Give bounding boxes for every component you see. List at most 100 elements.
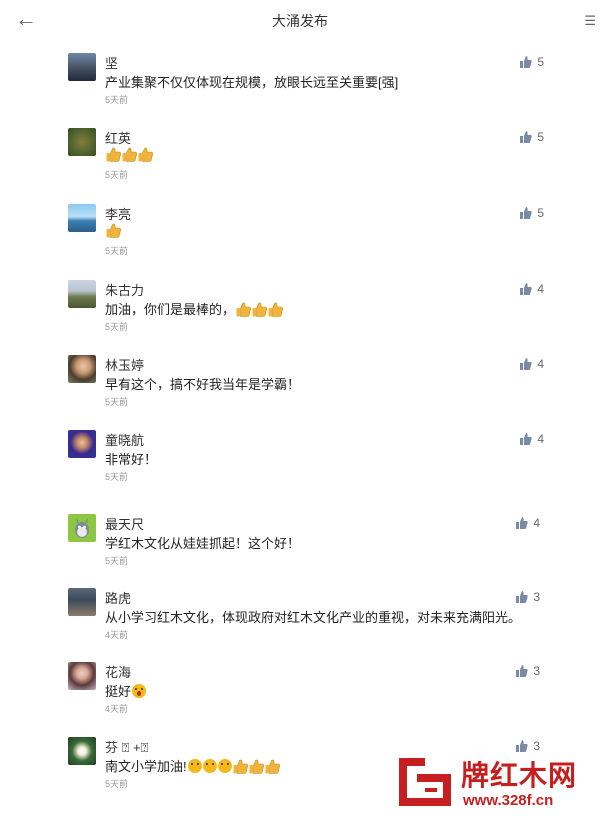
- commenter-name[interactable]: 童晓航: [105, 430, 144, 449]
- comment-text: 非常好！: [105, 452, 158, 467]
- avatar[interactable]: [68, 128, 96, 156]
- like-button[interactable]: 4: [520, 432, 544, 446]
- like-count: 5: [537, 206, 544, 220]
- thumbs-up-icon: [520, 433, 532, 445]
- comment-text-content: 挺好: [105, 684, 132, 699]
- commenter-name[interactable]: 花海: [105, 662, 131, 681]
- watermark-url: www.328f.cn: [463, 792, 554, 809]
- like-count: 3: [533, 739, 540, 753]
- comment-item: 花海 挺好 4天前 3: [68, 662, 568, 732]
- avatar[interactable]: [68, 662, 96, 690]
- comment-text-content: 加油，你们是最棒的，: [105, 302, 236, 317]
- comment-time: 5天前: [105, 95, 129, 105]
- like-button[interactable]: 4: [516, 516, 540, 530]
- totoro-icon: [75, 518, 89, 538]
- comment-item: 路虎 从小学习红木文化，体现政府对红木文化产业的重视，对未来充满阳光。 4天前 …: [68, 588, 568, 658]
- comment-text: 南文小学加油!: [105, 756, 280, 775]
- like-button[interactable]: 3: [516, 664, 540, 678]
- like-count: 4: [537, 432, 544, 446]
- thumbs-up-emoji-icon: [236, 302, 251, 317]
- comment-time: 5天前: [105, 472, 129, 482]
- menu-icon[interactable]: ☰: [584, 13, 596, 29]
- comment-time: 4天前: [105, 630, 129, 640]
- like-button[interactable]: 4: [520, 357, 544, 371]
- comment-text: 早有这个，搞不好我当年是学霸！: [105, 377, 301, 392]
- comment-item: 朱古力 加油，你们是最棒的， 5天前 4: [68, 280, 568, 350]
- watermark-brand: 牌红木网: [461, 760, 578, 791]
- avatar[interactable]: [68, 280, 96, 308]
- comment-time: 5天前: [105, 556, 129, 566]
- thumbs-up-emoji-icon: [265, 759, 280, 774]
- like-button[interactable]: 5: [520, 55, 544, 69]
- comment-item: 红英 5天前 5: [68, 128, 568, 198]
- thumbs-up-emoji-icon: [249, 759, 264, 774]
- comment-item: 童晓航 非常好！ 5天前 4: [68, 430, 568, 500]
- like-button[interactable]: 5: [520, 206, 544, 220]
- like-button[interactable]: 3: [516, 739, 540, 753]
- comment-time: 5天前: [105, 246, 129, 256]
- comment-time: 4天前: [105, 704, 129, 714]
- like-button[interactable]: 4: [520, 282, 544, 296]
- commenter-name[interactable]: 李亮: [105, 204, 131, 223]
- smirk-emoji-icon: [217, 759, 232, 773]
- comment-text: 挺好: [105, 681, 147, 700]
- like-button[interactable]: 3: [516, 590, 540, 604]
- watermark-logo: 牌红木网 www.328f.cn: [395, 752, 595, 812]
- avatar[interactable]: [68, 514, 96, 542]
- commenter-name[interactable]: 朱古力: [105, 280, 144, 299]
- page-title: 大涌发布: [272, 13, 328, 29]
- smirk-emoji-icon: [202, 759, 217, 773]
- commenter-name[interactable]: 芬 ⍰ +⍰: [105, 737, 148, 756]
- avatar[interactable]: [68, 204, 96, 232]
- thumbs-up-icon: [520, 283, 532, 295]
- comment-item: 最天尺 学红木文化从娃娃抓起！这个好！ 5天前 4: [68, 514, 568, 584]
- like-count: 4: [537, 282, 544, 296]
- comment-item: 林玉婷 早有这个，搞不好我当年是学霸！ 5天前 4: [68, 355, 568, 425]
- like-count: 5: [537, 55, 544, 69]
- avatar[interactable]: [68, 53, 96, 81]
- comment-text: 产业集聚不仅仅体现在规模，放眼长远至关重要[强]: [105, 75, 399, 90]
- comment-text: [105, 147, 153, 162]
- like-count: 3: [533, 590, 540, 604]
- comment-time: 5天前: [105, 779, 129, 789]
- comment-text: 学红木文化从娃娃抓起！这个好！: [105, 536, 301, 551]
- avatar[interactable]: [68, 355, 96, 383]
- thumbs-up-icon: [520, 358, 532, 370]
- like-button[interactable]: 5: [520, 130, 544, 144]
- comment-time: 5天前: [105, 170, 129, 180]
- commenter-name[interactable]: 坚: [105, 53, 118, 72]
- comment-text: 从小学习红木文化，体现政府对红木文化产业的重视，对未来充满阳光。: [105, 610, 522, 625]
- thumbs-up-icon: [516, 517, 528, 529]
- like-count: 4: [537, 357, 544, 371]
- commenter-name[interactable]: 最天尺: [105, 514, 144, 533]
- thumbs-up-emoji-icon: [122, 147, 137, 162]
- thumbs-up-emoji-icon: [106, 223, 121, 238]
- brand-mark-icon: [399, 758, 451, 806]
- avatar[interactable]: [68, 430, 96, 458]
- comment-item: 坚 产业集聚不仅仅体现在规模，放眼长远至关重要[强] 5天前 5: [68, 53, 568, 123]
- thumbs-up-emoji-icon: [252, 302, 267, 317]
- comment-text: 加油，你们是最棒的，: [105, 299, 283, 318]
- thumbs-up-emoji-icon: [268, 302, 283, 317]
- comment-time: 5天前: [105, 397, 129, 407]
- comment-text: [105, 223, 121, 238]
- commenter-name[interactable]: 林玉婷: [105, 355, 144, 374]
- like-count: 4: [533, 516, 540, 530]
- comment-text-content: 南文小学加油!: [105, 759, 187, 774]
- commenter-name[interactable]: 路虎: [105, 588, 131, 607]
- thumbs-up-icon: [520, 131, 532, 143]
- thumbs-up-emoji-icon: [138, 147, 153, 162]
- surprised-emoji-icon: [132, 684, 147, 698]
- thumbs-up-icon: [520, 207, 532, 219]
- thumbs-up-icon: [516, 665, 528, 677]
- avatar[interactable]: [68, 588, 96, 616]
- avatar[interactable]: [68, 737, 96, 765]
- commenter-name[interactable]: 红英: [105, 128, 131, 147]
- like-count: 3: [533, 664, 540, 678]
- thumbs-up-emoji-icon: [233, 759, 248, 774]
- comment-item: 李亮 5天前 5: [68, 204, 568, 274]
- smirk-emoji-icon: [187, 759, 202, 773]
- thumbs-up-icon: [516, 740, 528, 752]
- thumbs-up-icon: [516, 591, 528, 603]
- thumbs-up-icon: [520, 56, 532, 68]
